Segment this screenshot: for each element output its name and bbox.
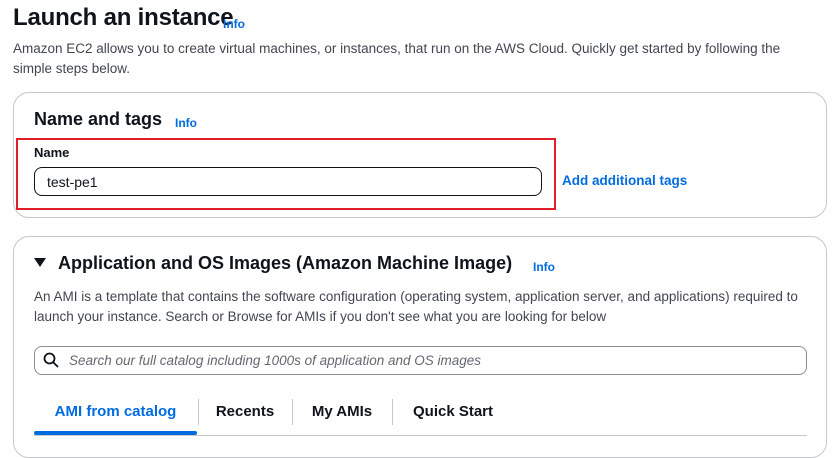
ami-card: Application and OS Images (Amazon Machin… [13, 236, 827, 458]
name-and-tags-title: Name and tags [34, 109, 163, 129]
ami-search-input[interactable] [69, 347, 789, 373]
tab-recents-label: Recents [215, 403, 275, 420]
name-field-label: Name [34, 145, 70, 160]
active-tab-indicator [34, 431, 197, 435]
name-and-tags-info-link[interactable]: Info [175, 116, 197, 130]
ami-section-title[interactable]: Application and OS Images (Amazon Machin… [58, 253, 512, 274]
caret-down-icon[interactable] [34, 258, 46, 267]
ami-info-link[interactable]: Info [533, 260, 555, 274]
page-info-link[interactable]: Info [223, 17, 245, 31]
tab-ami-from-catalog[interactable]: AMI from catalog [34, 395, 197, 435]
ami-tabs: AMI from catalog Recents My AMIs Quick S… [34, 395, 807, 436]
search-icon [43, 352, 59, 368]
name-input[interactable] [34, 167, 542, 196]
tab-my-amis-label: My AMIs [311, 403, 373, 420]
add-additional-tags-link[interactable]: Add additional tags [562, 173, 687, 188]
tab-quick-start[interactable]: Quick Start [393, 395, 513, 435]
name-and-tags-card: Name and tags Info Name Add additional t… [13, 92, 827, 218]
page-description: Amazon EC2 allows you to create virtual … [13, 41, 781, 76]
ami-search-box [34, 346, 807, 375]
tab-my-amis[interactable]: My AMIs [293, 395, 391, 435]
ami-description: An AMI is a template that contains the s… [34, 289, 798, 324]
tab-ami-from-catalog-label: AMI from catalog [54, 403, 177, 420]
tab-recents[interactable]: Recents [199, 395, 291, 435]
page-title: Launch an instance [13, 4, 234, 31]
tab-quick-start-label: Quick Start [412, 403, 494, 420]
